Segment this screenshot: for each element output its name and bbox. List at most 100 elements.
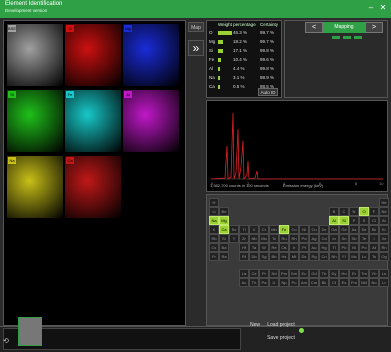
weight-row[interactable]: Si 17.1 % 99.8 % — [207, 47, 283, 55]
element-cell[interactable]: Hg — [319, 243, 329, 252]
element-cell[interactable]: Og — [379, 252, 389, 261]
element-cell[interactable]: Db — [249, 252, 259, 261]
element-cell[interactable]: Tc — [269, 234, 279, 243]
element-cell[interactable]: Nh — [329, 252, 339, 261]
prev-button[interactable]: < — [305, 22, 323, 33]
element-cell[interactable]: Sg — [259, 252, 269, 261]
element-cell[interactable]: As — [349, 225, 359, 234]
element-cell[interactable]: Co — [289, 225, 299, 234]
element-cell[interactable]: Rb — [209, 234, 219, 243]
element-cell[interactable]: Cu — [309, 225, 319, 234]
refresh-icon[interactable]: ⟲ — [3, 337, 9, 345]
element-cell[interactable]: Te — [359, 234, 369, 243]
element-cell[interactable]: La — [239, 269, 249, 278]
element-cell[interactable]: Rg — [309, 252, 319, 261]
element-cell[interactable]: Ir — [289, 243, 299, 252]
auto-id-button[interactable]: Auto ID — [258, 88, 278, 96]
element-cell[interactable]: Cm — [309, 278, 319, 287]
element-cell[interactable]: Eu — [299, 269, 309, 278]
element-cell[interactable]: Ce — [249, 269, 259, 278]
element-cell[interactable]: Ti — [239, 225, 249, 234]
element-cell[interactable]: He — [379, 198, 389, 207]
element-cell[interactable]: Dy — [329, 269, 339, 278]
load-project-button[interactable]: Load project — [266, 321, 296, 330]
element-cell[interactable]: Sb — [349, 234, 359, 243]
element-cell[interactable]: V — [249, 225, 259, 234]
element-cell[interactable]: Np — [279, 278, 289, 287]
element-cell[interactable]: Kr — [379, 225, 389, 234]
element-cell[interactable]: Au — [309, 243, 319, 252]
element-cell[interactable]: P — [349, 216, 359, 225]
element-cell[interactable]: Ar — [379, 216, 389, 225]
element-cell[interactable]: S — [359, 216, 369, 225]
element-cell[interactable]: K — [209, 225, 219, 234]
element-cell[interactable]: Cl — [369, 216, 379, 225]
element-cell[interactable]: Ag — [309, 234, 319, 243]
element-cell[interactable]: Nd — [269, 269, 279, 278]
element-cell[interactable]: Mt — [289, 252, 299, 261]
element-cell[interactable]: N — [349, 207, 359, 216]
element-cell[interactable]: Si — [339, 216, 349, 225]
element-cell[interactable]: Ac — [239, 278, 249, 287]
element-cell[interactable]: Ru — [279, 234, 289, 243]
element-cell[interactable]: Pm — [279, 269, 289, 278]
element-cell[interactable]: Hs — [279, 252, 289, 261]
element-cell[interactable]: In — [329, 234, 339, 243]
element-cell[interactable]: Ho — [339, 269, 349, 278]
element-cell[interactable]: Zn — [319, 225, 329, 234]
element-cell[interactable]: Pt — [299, 243, 309, 252]
element-cell[interactable]: Cd — [319, 234, 329, 243]
element-cell[interactable]: Pa — [259, 278, 269, 287]
expand-icon[interactable]: » — [188, 40, 204, 56]
element-cell[interactable]: Tl — [329, 243, 339, 252]
element-cell[interactable]: Po — [359, 243, 369, 252]
element-cell[interactable]: Fm — [349, 278, 359, 287]
element-cell[interactable]: Rn — [379, 243, 389, 252]
element-cell[interactable]: Nb — [249, 234, 259, 243]
element-cell[interactable]: Tb — [319, 269, 329, 278]
element-cell[interactable]: Cs — [209, 243, 219, 252]
element-cell[interactable]: Mn — [269, 225, 279, 234]
map-tile-bse[interactable]: BSE — [7, 24, 63, 86]
element-cell[interactable]: F — [369, 207, 379, 216]
next-button[interactable]: > — [365, 22, 383, 33]
element-cell[interactable]: Sc — [229, 225, 239, 234]
element-cell[interactable]: Se — [359, 225, 369, 234]
map-tile-mg[interactable]: Mg — [123, 24, 179, 86]
element-cell[interactable]: Ge — [339, 225, 349, 234]
element-cell[interactable]: Bk — [319, 278, 329, 287]
element-cell[interactable]: Pb — [339, 243, 349, 252]
save-project-button[interactable]: Save project — [266, 334, 296, 343]
element-cell[interactable]: Ds — [299, 252, 309, 261]
element-cell[interactable]: H — [209, 198, 219, 207]
element-cell[interactable]: O — [359, 207, 369, 216]
element-cell[interactable]: At — [369, 243, 379, 252]
element-cell[interactable]: I — [369, 234, 379, 243]
element-cell[interactable]: Al — [329, 216, 339, 225]
element-cell[interactable]: Pd — [299, 234, 309, 243]
element-cell[interactable]: Sn — [339, 234, 349, 243]
element-cell[interactable]: Os — [279, 243, 289, 252]
element-cell[interactable]: Ni — [299, 225, 309, 234]
map-tile-fe[interactable]: Fe — [65, 90, 121, 152]
element-cell[interactable]: Tm — [359, 269, 369, 278]
element-cell[interactable]: Ba — [219, 243, 229, 252]
element-cell[interactable]: Ta — [249, 243, 259, 252]
element-cell[interactable]: Zr — [239, 234, 249, 243]
element-cell[interactable]: Gd — [309, 269, 319, 278]
element-cell[interactable]: Y — [229, 234, 239, 243]
element-cell[interactable]: Cr — [259, 225, 269, 234]
element-cell[interactable]: Fe — [279, 225, 289, 234]
element-cell[interactable]: Mc — [349, 252, 359, 261]
element-cell[interactable]: Sr — [219, 234, 229, 243]
element-cell[interactable]: Th — [249, 278, 259, 287]
weight-row[interactable]: Fe 10.4 % 99.6 % — [207, 56, 283, 64]
element-cell[interactable]: Yb — [369, 269, 379, 278]
element-cell[interactable]: Mo — [259, 234, 269, 243]
element-cell[interactable]: Hf — [239, 243, 249, 252]
element-cell[interactable]: W — [259, 243, 269, 252]
element-cell[interactable]: Fl — [339, 252, 349, 261]
element-cell[interactable]: Pu — [289, 278, 299, 287]
element-cell[interactable]: Rh — [289, 234, 299, 243]
element-cell[interactable]: Cf — [329, 278, 339, 287]
